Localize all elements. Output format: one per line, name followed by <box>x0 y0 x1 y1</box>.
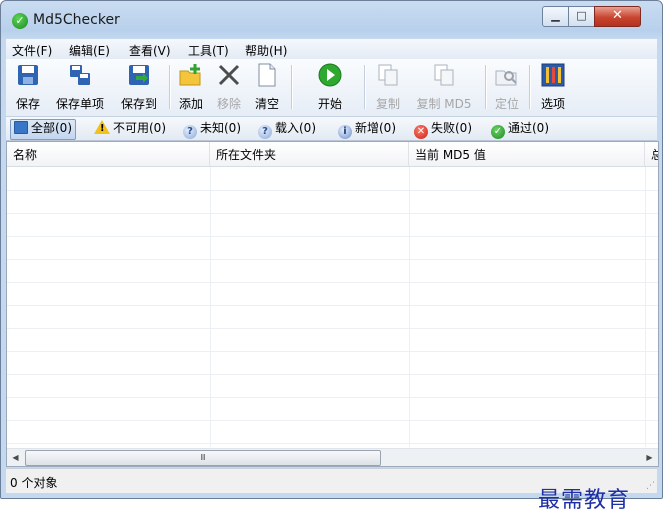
app-check-icon: ✓ <box>12 13 28 29</box>
toolbar-separator <box>529 65 531 109</box>
info-icon: i <box>338 125 352 139</box>
toolbar-separator <box>364 65 366 109</box>
copy-button[interactable]: 复制 <box>372 61 404 113</box>
horizontal-scrollbar[interactable]: ◀ Ⅲ ▶ <box>7 448 658 466</box>
empty-row <box>7 190 658 214</box>
watermark: 最需教育 <box>538 488 631 513</box>
save-single-icon <box>70 65 90 85</box>
clear-icon <box>258 63 276 87</box>
copy-icon <box>378 64 398 86</box>
filter-new[interactable]: i 新增(0) <box>338 119 396 139</box>
warning-icon: ! <box>94 120 110 134</box>
start-button[interactable]: 开始 <box>307 61 353 113</box>
save-single-button[interactable]: 保存单项 <box>51 61 109 113</box>
column-divider <box>645 167 646 447</box>
title-bar[interactable]: ✓ Md5Checker ▁ □ ✕ <box>1 1 662 39</box>
file-list[interactable]: 名称 所在文件夹 当前 MD5 值 总 ◀ Ⅲ ▶ <box>6 141 659 467</box>
menu-view[interactable]: 查看(V) <box>129 42 171 59</box>
toolbar: 保存 保存单项 保存到 添加 移除 清空 开始 复制 复制 MD5 定位 选项 <box>6 59 657 117</box>
save-button[interactable]: 保存 <box>10 61 46 113</box>
empty-row <box>7 236 658 260</box>
menu-file[interactable]: 文件(F) <box>12 42 52 59</box>
options-button[interactable]: 选项 <box>536 61 570 113</box>
empty-row <box>7 213 658 237</box>
column-extra[interactable]: 总 <box>645 142 658 166</box>
menu-help[interactable]: 帮助(H) <box>245 42 287 59</box>
options-icon <box>541 63 565 87</box>
scroll-left-arrow-icon[interactable]: ◀ <box>7 449 24 466</box>
check-icon: ✓ <box>491 125 505 139</box>
empty-row <box>7 282 658 306</box>
locate-icon <box>495 70 517 86</box>
save-to-button[interactable]: 保存到 <box>117 61 161 113</box>
remove-button[interactable]: 移除 <box>213 61 245 113</box>
filter-unknown[interactable]: ? 未知(0) <box>183 119 241 139</box>
locate-button[interactable]: 定位 <box>491 61 523 113</box>
remove-icon <box>218 64 240 86</box>
empty-row <box>7 259 658 283</box>
main-window: ✓ Md5Checker ▁ □ ✕ 文件(F) 编辑(E) 查看(V) 工具(… <box>0 0 663 499</box>
empty-row <box>7 305 658 329</box>
close-button[interactable]: ✕ <box>594 6 641 27</box>
filter-loaded[interactable]: ? 载入(0) <box>258 119 316 139</box>
copy-md5-icon <box>434 64 454 86</box>
filter-failed[interactable]: ✕ 失败(0) <box>414 119 472 139</box>
column-divider <box>409 167 410 447</box>
maximize-button[interactable]: □ <box>568 6 595 27</box>
column-folder[interactable]: 所在文件夹 <box>210 142 409 166</box>
column-divider <box>210 167 211 447</box>
list-header: 名称 所在文件夹 当前 MD5 值 总 <box>7 142 658 167</box>
copy-md5-button[interactable]: 复制 MD5 <box>411 61 477 113</box>
scroll-right-arrow-icon[interactable]: ▶ <box>641 449 658 466</box>
toolbar-separator <box>169 65 171 109</box>
empty-row <box>7 374 658 398</box>
window-title: Md5Checker <box>33 12 120 28</box>
add-folder-icon <box>179 64 201 86</box>
save-to-icon <box>129 65 149 85</box>
column-name[interactable]: 名称 <box>7 142 210 166</box>
object-count: 0 个对象 <box>10 476 58 490</box>
menu-tools[interactable]: 工具(T) <box>188 42 229 59</box>
toolbar-separator <box>485 65 487 109</box>
empty-row <box>7 397 658 421</box>
filter-bar: 全部(0) ! 不可用(0) ? 未知(0) ? 载入(0) i 新增(0) ✕ 失败(0… <box>6 117 657 141</box>
filter-passed[interactable]: ✓ 通过(0) <box>491 119 549 139</box>
empty-row <box>7 351 658 375</box>
resize-grip-icon[interactable]: ⋰ <box>646 481 655 491</box>
filter-unavailable[interactable]: ! 不可用(0) <box>94 119 166 138</box>
question-icon: ? <box>258 125 272 139</box>
list-icon <box>14 121 28 134</box>
play-icon <box>318 63 342 87</box>
scroll-thumb[interactable]: Ⅲ <box>25 450 381 466</box>
empty-row <box>7 167 658 191</box>
filter-all[interactable]: 全部(0) <box>10 119 76 140</box>
empty-row <box>7 328 658 352</box>
minimize-button[interactable]: ▁ <box>542 6 569 27</box>
toolbar-separator <box>291 65 293 109</box>
add-button[interactable]: 添加 <box>175 61 207 113</box>
menu-bar: 文件(F) 编辑(E) 查看(V) 工具(T) 帮助(H) <box>6 39 657 59</box>
clear-button[interactable]: 清空 <box>251 61 283 113</box>
question-icon: ? <box>183 125 197 139</box>
save-icon <box>18 65 38 85</box>
menu-edit[interactable]: 编辑(E) <box>69 42 110 59</box>
empty-row <box>7 420 658 444</box>
error-icon: ✕ <box>414 125 428 139</box>
column-md5[interactable]: 当前 MD5 值 <box>409 142 645 166</box>
list-body[interactable] <box>7 167 658 447</box>
